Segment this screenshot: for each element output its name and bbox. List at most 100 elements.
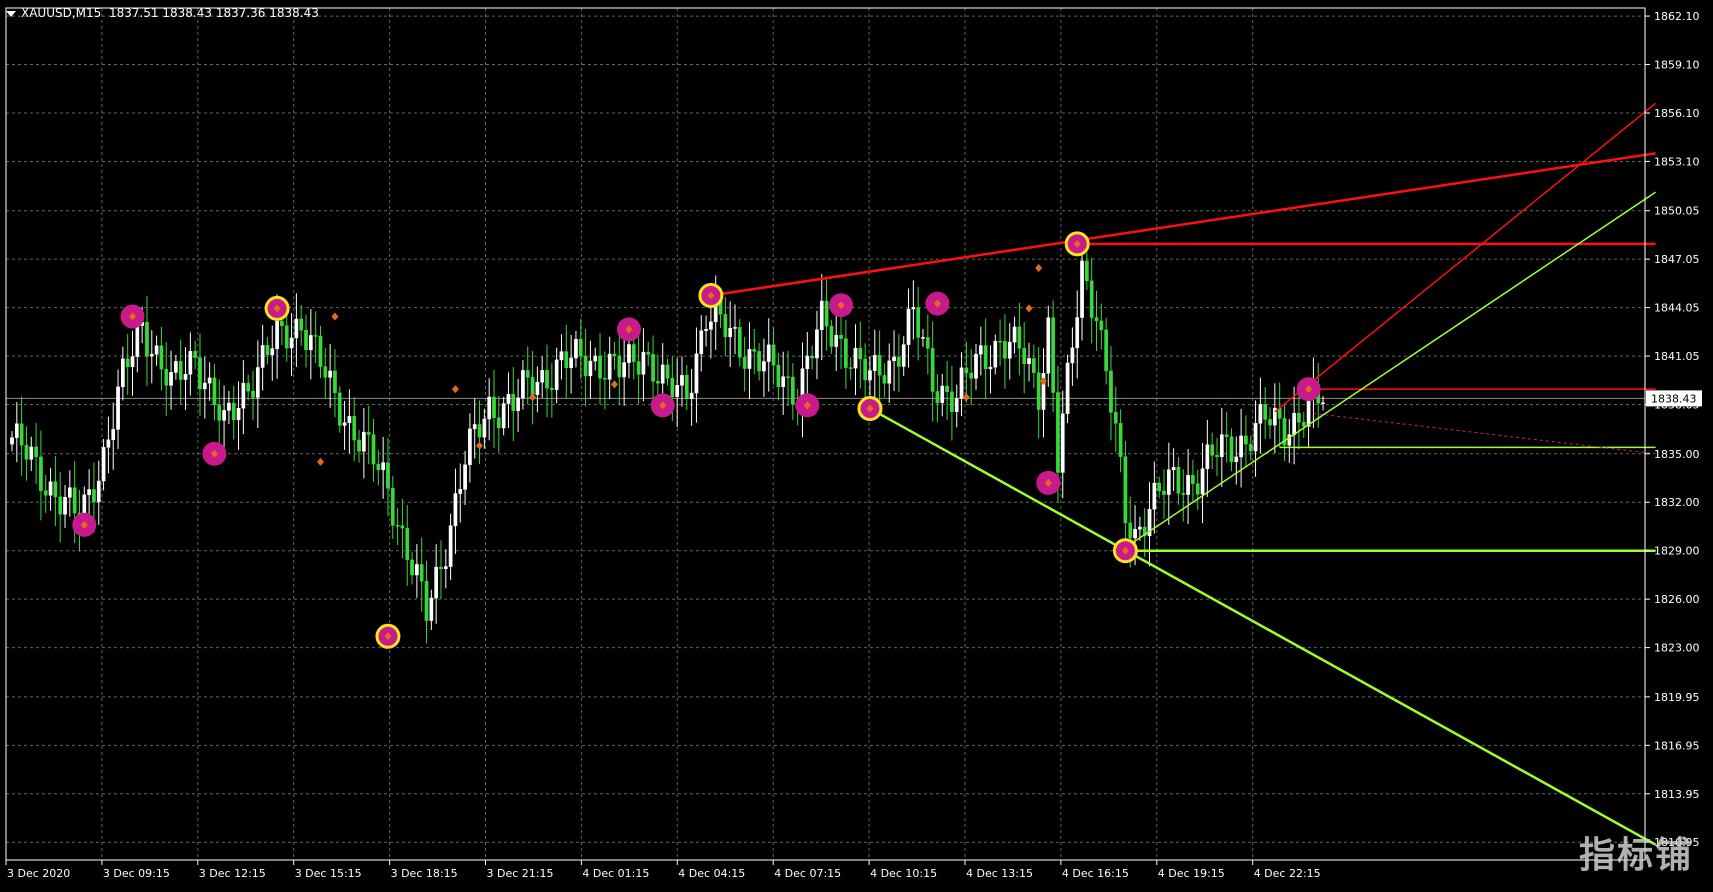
candle-body: [96, 480, 101, 503]
candle-body: [689, 392, 694, 399]
candle-body: [130, 356, 135, 368]
candle-body: [1075, 317, 1080, 349]
price-tick-label: 1850.05: [1654, 205, 1700, 218]
candle-body: [72, 487, 77, 514]
price-tick-label: 1835.00: [1654, 448, 1700, 461]
support-trend-line[interactable]: [869, 407, 1657, 846]
candle-body: [463, 464, 467, 490]
candle-body: [670, 378, 675, 397]
candle-body: [612, 353, 617, 357]
resistance-trend-line[interactable]: [1274, 102, 1657, 413]
candle-body: [101, 447, 106, 482]
candle-body: [222, 410, 226, 421]
time-tick-label: 3 Dec 21:15: [487, 867, 554, 880]
candle-body: [1200, 468, 1205, 495]
candle-body: [434, 566, 439, 599]
candle-body: [1003, 341, 1007, 359]
support-trend-line[interactable]: [1120, 191, 1657, 552]
candle-body: [969, 372, 974, 379]
candle-body: [1123, 456, 1128, 524]
time-tick-label: 3 Dec 12:15: [199, 867, 266, 880]
candle-body: [236, 408, 241, 421]
candle-body: [805, 355, 810, 370]
price-tick-label: 1826.00: [1654, 593, 1700, 606]
candle-body: [255, 367, 260, 398]
candle-body: [376, 463, 381, 471]
collapse-triangle-icon[interactable]: [6, 10, 16, 17]
candle-body: [352, 416, 357, 441]
candle-body: [135, 325, 140, 357]
candle-body: [863, 358, 867, 381]
candle-body: [67, 487, 72, 498]
candle-body: [829, 325, 834, 347]
candle-body: [111, 429, 116, 440]
candle-body: [492, 396, 496, 419]
candle-body: [762, 361, 766, 372]
time-tick-label: 4 Dec 19:15: [1158, 867, 1225, 880]
candle-body: [1191, 475, 1195, 484]
candle-body: [381, 462, 385, 471]
candle-body: [824, 300, 829, 327]
candle-body: [14, 423, 19, 438]
candle-body: [202, 382, 207, 390]
candle-body: [1051, 317, 1055, 393]
candle-body: [964, 367, 969, 374]
candle-body: [771, 344, 776, 366]
candle-body: [207, 377, 212, 384]
candle-body: [125, 358, 130, 368]
candle-body: [1224, 434, 1229, 437]
ohlc-label: 1837.51 1838.43 1837.36 1838.43: [108, 6, 319, 20]
candle-body: [790, 376, 795, 405]
candle-body: [1094, 317, 1099, 322]
candle-body: [1017, 326, 1022, 349]
candle-body: [617, 355, 622, 378]
price-tick-label: 1856.10: [1654, 107, 1700, 120]
candle-body: [477, 424, 482, 438]
candle-body: [564, 351, 569, 368]
candle-body: [887, 360, 892, 384]
candle-body: [1292, 412, 1296, 435]
chart-header: XAUUSD,M15 1837.51 1838.43 1837.36 1838.…: [6, 6, 319, 20]
candle-body: [198, 357, 202, 390]
candle-body: [260, 345, 265, 368]
resistance-trend-line[interactable]: [710, 152, 1656, 297]
candle-body: [1263, 404, 1268, 420]
candle-body: [472, 424, 477, 430]
chart-window[interactable]: 1862.10 1859.10 1856.10 1853.10 1850.05 1847.…: [0, 0, 1713, 888]
candle-body: [598, 355, 602, 379]
candle-body: [651, 354, 655, 382]
candle-body: [419, 564, 424, 582]
candle-body: [270, 348, 275, 356]
candle-body: [193, 351, 198, 358]
candle-body: [1022, 348, 1027, 364]
time-tick-label: 3 Dec 15:15: [295, 867, 362, 880]
candle-body: [998, 340, 1002, 343]
candle-body: [882, 375, 887, 384]
price-tick-label: 1844.05: [1654, 302, 1700, 315]
candles: [10, 240, 1325, 644]
candle-body: [429, 597, 434, 621]
candle-body: [627, 344, 631, 363]
candle-body: [1056, 392, 1060, 473]
candle-body: [1157, 482, 1162, 492]
time-tick-label: 4 Dec 07:15: [774, 867, 841, 880]
candlestick-chart[interactable]: 1862.10 1859.10 1856.10 1853.10 1850.05 1847.…: [0, 0, 1713, 888]
candle-body: [159, 345, 164, 370]
candle-body: [959, 367, 964, 399]
candle-body: [1239, 435, 1243, 458]
candle-body: [603, 377, 607, 380]
candle-body: [496, 417, 501, 429]
fractal-diamond: [316, 457, 324, 466]
candle-body: [299, 318, 304, 331]
candle-body: [1306, 397, 1311, 427]
candle-body: [757, 351, 761, 372]
price-tick-label: 1816.95: [1654, 739, 1700, 752]
time-tick-label: 4 Dec 04:15: [678, 867, 745, 880]
candle-body: [188, 351, 193, 375]
candle-body: [622, 362, 626, 378]
candle-body: [1181, 492, 1186, 495]
candle-body: [646, 351, 651, 355]
candle-body: [424, 580, 429, 621]
fractal-diamond: [962, 393, 970, 402]
candle-body: [1085, 260, 1089, 282]
